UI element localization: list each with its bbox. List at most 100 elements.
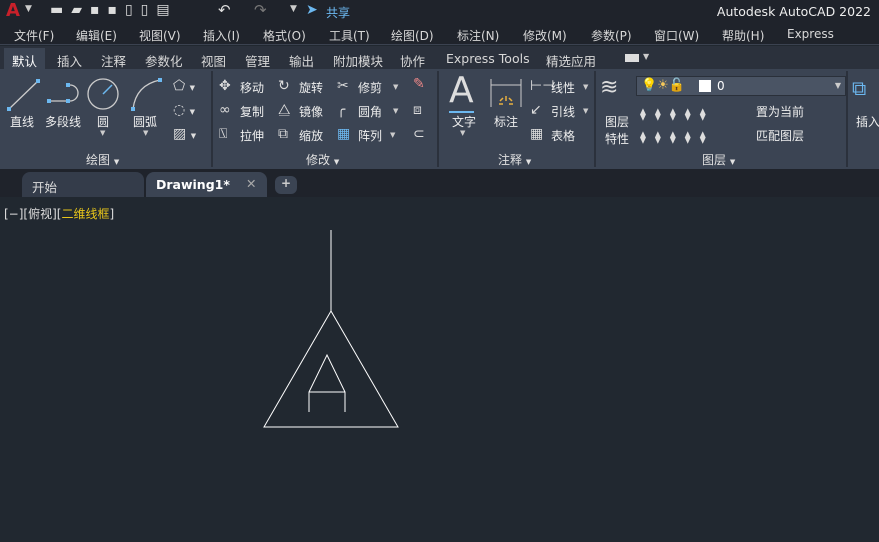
fillet-dropdown-icon[interactable]: ▼ bbox=[393, 107, 398, 115]
hatch-icon[interactable]: ▨ ▼ bbox=[173, 127, 196, 143]
linear-button[interactable]: 线性 bbox=[551, 79, 575, 96]
polygon-icon[interactable]: ⬠ ▼ bbox=[173, 79, 195, 95]
layer-tools-row2-icons[interactable]: ⧫⧫⧫⧫⧫ bbox=[640, 130, 715, 144]
share-button[interactable]: 共享 bbox=[326, 4, 350, 21]
ribbon-minimize-button[interactable] bbox=[625, 54, 639, 62]
insert-button[interactable]: 插入 bbox=[856, 113, 879, 130]
layer-properties-button-line2[interactable]: 特性 bbox=[605, 130, 629, 147]
circle-icon[interactable] bbox=[86, 77, 120, 111]
move-button[interactable]: 移动 bbox=[240, 79, 264, 96]
text-icon[interactable]: A bbox=[449, 71, 474, 113]
tab-start[interactable]: 开始 bbox=[22, 172, 144, 197]
menu-tools[interactable]: 工具(T) bbox=[329, 27, 370, 44]
leader-button[interactable]: 引线 bbox=[551, 103, 575, 120]
mirror-button[interactable]: 镜像 bbox=[299, 103, 323, 120]
triangle bbox=[263, 310, 399, 428]
array-button[interactable]: 阵列 bbox=[358, 127, 382, 144]
scale-icon: ⧉ bbox=[278, 126, 288, 142]
layer-dropdown[interactable]: 💡☀🔓 0 ▼ bbox=[636, 76, 846, 96]
menu-draw[interactable]: 绘图(D) bbox=[391, 27, 434, 44]
dimension-icon[interactable] bbox=[489, 77, 523, 109]
redo-icon[interactable]: ↷ bbox=[254, 1, 267, 19]
tab-insert[interactable]: 插入 bbox=[57, 51, 82, 70]
tab-parametric[interactable]: 参数化 bbox=[145, 51, 183, 70]
menu-parametric[interactable]: 参数(P) bbox=[591, 27, 632, 44]
close-icon[interactable]: ✕ bbox=[246, 176, 256, 191]
customize-icon[interactable]: ▼ bbox=[290, 4, 297, 14]
array-dropdown-icon[interactable]: ▼ bbox=[390, 131, 395, 139]
copy-button[interactable]: 复制 bbox=[240, 103, 264, 120]
fillet-button[interactable]: 圆角 bbox=[358, 103, 382, 120]
document-tabs: 开始 Drawing1* ✕ + bbox=[0, 169, 879, 197]
stretch-button[interactable]: 拉伸 bbox=[240, 127, 264, 144]
menu-format[interactable]: 格式(O) bbox=[263, 27, 306, 44]
app-menu-dropdown-icon[interactable]: ▼ bbox=[25, 4, 32, 14]
trim-icon: ✂ bbox=[337, 78, 349, 94]
insert-block-icon[interactable]: ⧉ bbox=[852, 78, 866, 98]
drawing-geometry bbox=[263, 230, 399, 428]
text-dropdown-icon[interactable]: ▼ bbox=[460, 129, 465, 137]
quick-access-icons[interactable]: ▬▰▪▪▯▯▤ bbox=[50, 2, 178, 18]
chevron-down-icon: ▼ bbox=[834, 81, 841, 90]
mirror-icon: ⧋ bbox=[278, 102, 291, 118]
menu-window[interactable]: 窗口(W) bbox=[654, 27, 699, 44]
ribbon-tabs: 默认 插入 注释 参数化 视图 管理 输出 附加模块 协作 Express To… bbox=[0, 46, 879, 69]
erase-icon[interactable]: ✎ bbox=[413, 77, 425, 91]
line-button[interactable]: 直线 bbox=[10, 113, 34, 130]
draw-panel-label[interactable]: 绘图 ▼ bbox=[86, 151, 119, 168]
offset-icon[interactable]: ⊂ bbox=[413, 127, 425, 141]
tab-drawing1[interactable]: Drawing1* ✕ bbox=[146, 172, 267, 197]
tab-express-tools[interactable]: Express Tools bbox=[446, 51, 530, 66]
autocad-logo-icon[interactable]: A bbox=[6, 0, 20, 21]
trim-dropdown-icon[interactable]: ▼ bbox=[393, 83, 398, 91]
layer-properties-icon[interactable]: ≋ bbox=[600, 77, 618, 99]
text-button[interactable]: 文字 bbox=[452, 113, 476, 130]
tab-manage[interactable]: 管理 bbox=[245, 51, 270, 70]
polyline-icon[interactable] bbox=[46, 81, 82, 111]
arc-dropdown-icon[interactable]: ▼ bbox=[143, 129, 148, 137]
scale-button[interactable]: 缩放 bbox=[299, 127, 323, 144]
tab-featured-apps[interactable]: 精选应用 bbox=[546, 51, 596, 70]
tab-view[interactable]: 视图 bbox=[201, 51, 226, 70]
match-layer-button[interactable]: 匹配图层 bbox=[756, 127, 804, 144]
drawing-canvas[interactable]: [−][俯视][二维线框] bbox=[0, 197, 879, 542]
menu-file[interactable]: 文件(F) bbox=[14, 27, 54, 44]
chevron-down-icon[interactable]: ▼ bbox=[643, 52, 649, 61]
explode-icon[interactable]: ⧈ bbox=[413, 103, 422, 117]
ellipse-icon[interactable]: ◌ ▼ bbox=[173, 103, 195, 119]
menu-dimension[interactable]: 标注(N) bbox=[457, 27, 499, 44]
circle-dropdown-icon[interactable]: ▼ bbox=[100, 129, 105, 137]
leader-dropdown-icon[interactable]: ▼ bbox=[583, 107, 588, 115]
title-bar: A ▼ ▬▰▪▪▯▯▤ ↶ ↷ ▼ ➤ 共享 Autodesk AutoCAD … bbox=[0, 0, 879, 23]
menu-edit[interactable]: 编辑(E) bbox=[76, 27, 117, 44]
circle-button[interactable]: 圆 bbox=[97, 113, 109, 130]
layers-panel-label[interactable]: 图层 ▼ bbox=[702, 151, 735, 168]
menu-express[interactable]: Express bbox=[787, 27, 834, 41]
tab-addins[interactable]: 附加模块 bbox=[333, 51, 383, 70]
layer-properties-button[interactable]: 图层 bbox=[605, 113, 629, 130]
polyline-button[interactable]: 多段线 bbox=[45, 113, 81, 130]
tab-default[interactable]: 默认 bbox=[4, 48, 46, 69]
annotation-panel-label[interactable]: 注释 ▼ bbox=[498, 151, 531, 168]
layer-tools-row1-icons[interactable]: ⧫⧫⧫⧫⧫ bbox=[640, 107, 715, 121]
linear-dropdown-icon[interactable]: ▼ bbox=[583, 83, 588, 91]
make-current-button[interactable]: 置为当前 bbox=[756, 103, 804, 120]
tab-annotate[interactable]: 注释 bbox=[101, 51, 126, 70]
trim-button[interactable]: 修剪 bbox=[358, 79, 382, 96]
line-icon[interactable] bbox=[6, 77, 42, 113]
menu-insert[interactable]: 插入(I) bbox=[203, 27, 240, 44]
menu-view[interactable]: 视图(V) bbox=[139, 27, 181, 44]
tab-collaborate[interactable]: 协作 bbox=[400, 51, 425, 70]
share-icon[interactable]: ➤ bbox=[306, 2, 318, 18]
modify-panel-label[interactable]: 修改 ▼ bbox=[306, 151, 339, 168]
undo-icon[interactable]: ↶ bbox=[218, 1, 231, 19]
new-tab-button[interactable]: + bbox=[275, 176, 297, 194]
arc-icon[interactable] bbox=[130, 77, 164, 111]
rotate-button[interactable]: 旋转 bbox=[299, 79, 323, 96]
dimension-button[interactable]: 标注 bbox=[494, 113, 518, 130]
arc-button[interactable]: 圆弧 bbox=[133, 113, 157, 130]
menu-modify[interactable]: 修改(M) bbox=[523, 27, 567, 44]
menu-help[interactable]: 帮助(H) bbox=[722, 27, 764, 44]
table-button[interactable]: 表格 bbox=[551, 127, 575, 144]
tab-output[interactable]: 输出 bbox=[289, 51, 314, 70]
